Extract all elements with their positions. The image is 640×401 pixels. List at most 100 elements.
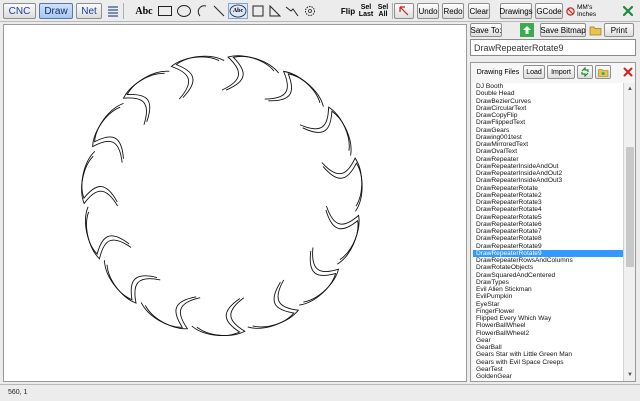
list-item[interactable]: GearBall bbox=[473, 344, 623, 351]
list-item[interactable]: DrawRepeaterRotate8 bbox=[473, 235, 623, 242]
scroll-down-icon[interactable]: ▼ bbox=[624, 369, 636, 381]
list-item[interactable]: DrawRepeaterInsideAndOut2 bbox=[473, 170, 623, 177]
list-item[interactable]: DrawRepeaterRotate3 bbox=[473, 199, 623, 206]
list-item[interactable]: Drawing001test bbox=[473, 134, 623, 141]
list-item[interactable]: DrawRepeaterRotate2 bbox=[473, 192, 623, 199]
list-item[interactable]: DrawRepeaterInsideAndOut bbox=[473, 163, 623, 170]
list-item[interactable]: DrawRepeaterInsideAndOut3 bbox=[473, 177, 623, 184]
list-item[interactable]: DJ Booth bbox=[473, 83, 623, 90]
list-item[interactable]: DrawTypes bbox=[473, 279, 623, 286]
refresh-icon[interactable] bbox=[577, 65, 593, 79]
save-arrow-icon[interactable] bbox=[520, 23, 534, 37]
arc-tool-icon[interactable] bbox=[194, 3, 210, 19]
print-button[interactable]: Print bbox=[604, 23, 634, 37]
list-item[interactable]: DrawRepeaterRotate6 bbox=[473, 221, 623, 228]
list-item[interactable]: DrawRepeaterRotate7 bbox=[473, 228, 623, 235]
list-item[interactable]: Gears with Evil Space Creeps bbox=[473, 359, 623, 366]
wave-stroke bbox=[81, 155, 118, 207]
save-to-label: Save To: bbox=[470, 25, 502, 35]
list-item[interactable]: DrawRepeaterRotate9 bbox=[473, 243, 623, 250]
open-folder-icon[interactable] bbox=[595, 65, 611, 79]
list-item[interactable]: DrawBezierCurves bbox=[473, 98, 623, 105]
clear-button[interactable]: Clear bbox=[468, 3, 490, 19]
repeater-rotate-drawing bbox=[81, 55, 363, 337]
list-item[interactable]: DrawMirroredText bbox=[473, 141, 623, 148]
list-item[interactable]: DrawRepeater bbox=[473, 156, 623, 163]
drawings-button[interactable]: Drawings bbox=[499, 3, 533, 19]
list-item[interactable]: Evil Alien Stickman bbox=[473, 286, 623, 293]
drawing-canvas[interactable] bbox=[3, 24, 467, 382]
delete-icon[interactable] bbox=[621, 65, 635, 79]
list-item[interactable]: DrawFlippedText bbox=[473, 119, 623, 126]
list-item[interactable]: Gears Star with Little Green Man bbox=[473, 351, 623, 358]
select-last-label-1: Sel bbox=[360, 4, 372, 11]
undo-label: Undo bbox=[418, 6, 438, 16]
gcode-label: GCode bbox=[536, 6, 562, 16]
list-item[interactable]: DrawRepeaterRotate9 bbox=[473, 249, 623, 257]
file-panel: Save To: Save Bitmap Print DrawRepeaterR… bbox=[468, 22, 640, 384]
pointer-tool-button[interactable] bbox=[394, 3, 414, 19]
list-item[interactable]: Flipped Every Which Way bbox=[473, 315, 623, 322]
files-scrollbar[interactable]: ▲ ▼ bbox=[623, 83, 635, 381]
units-toggle[interactable]: MM's Inches bbox=[566, 3, 602, 19]
list-item[interactable]: DrawRotateObjects bbox=[473, 264, 623, 271]
list-item[interactable]: Double Head bbox=[473, 90, 623, 97]
tab-draw[interactable]: Draw bbox=[39, 3, 73, 19]
drawing-files-list[interactable]: DJ Booth Double Head DrawBezierCurves DrawC… bbox=[473, 83, 623, 381]
flip-button[interactable]: Flip bbox=[338, 3, 358, 19]
rectangle-tool-icon[interactable] bbox=[156, 3, 174, 19]
list-item[interactable]: Gear bbox=[473, 337, 623, 344]
select-last-button[interactable]: Sel Last bbox=[359, 3, 373, 19]
list-item[interactable]: FlowerBallWheel2 bbox=[473, 330, 623, 337]
pointer-arrow-icon bbox=[399, 6, 409, 16]
scroll-up-icon[interactable]: ▲ bbox=[624, 83, 636, 95]
save-bitmap-button[interactable]: Save Bitmap bbox=[540, 23, 586, 37]
import-button[interactable]: Import bbox=[547, 65, 575, 79]
save-bitmap-label: Save Bitmap bbox=[540, 25, 586, 35]
list-item[interactable]: DrawOvalText bbox=[473, 148, 623, 155]
tab-net[interactable]: Net bbox=[76, 3, 102, 19]
circle-text-tool-button[interactable]: Abc bbox=[228, 3, 248, 19]
square-tool-icon[interactable] bbox=[250, 3, 266, 19]
drawing-files-group: Drawing Files Load Import DJ Booth Double… bbox=[470, 62, 636, 382]
save-to-button[interactable]: Save To: bbox=[470, 23, 502, 37]
tab-net-label: Net bbox=[81, 5, 97, 17]
list-item[interactable]: GearTest bbox=[473, 366, 623, 373]
list-item[interactable]: DrawSquaredAndCentered bbox=[473, 272, 623, 279]
list-item[interactable]: DrawCopyFlip bbox=[473, 112, 623, 119]
undo-button[interactable]: Undo bbox=[417, 3, 439, 19]
import-label: Import bbox=[551, 68, 571, 76]
gcode-button[interactable]: GCode bbox=[535, 3, 563, 19]
list-item[interactable]: EyeStar bbox=[473, 301, 623, 308]
line-tool-icon[interactable] bbox=[211, 3, 227, 19]
list-item[interactable]: EvilPumpkin bbox=[473, 293, 623, 300]
list-item[interactable]: DrawRepeaterRotate bbox=[473, 185, 623, 192]
list-item[interactable]: DrawGears bbox=[473, 127, 623, 134]
list-item[interactable]: DrawCircularText bbox=[473, 105, 623, 112]
current-file-field[interactable]: DrawRepeaterRotate9 bbox=[470, 39, 636, 56]
wave-stroke bbox=[144, 297, 201, 330]
list-item[interactable]: DrawRepeaterRotate5 bbox=[473, 214, 623, 221]
gear-tool-icon[interactable] bbox=[301, 3, 319, 19]
redo-button[interactable]: Redo bbox=[442, 3, 464, 19]
list-item[interactable]: DrawRepeaterRowsAndColumns bbox=[473, 257, 623, 264]
load-button[interactable]: Load bbox=[523, 65, 545, 79]
list-item[interactable]: FlowerBallWheel bbox=[473, 322, 623, 329]
list-item[interactable]: FingerFlower bbox=[473, 308, 623, 315]
tab-cnc[interactable]: CNC bbox=[3, 3, 36, 19]
text-tool-button[interactable]: Abc bbox=[134, 3, 154, 19]
select-all-label-1: Sel bbox=[377, 4, 389, 11]
scroll-thumb[interactable] bbox=[626, 147, 634, 267]
list-item[interactable]: GoldenGear bbox=[473, 373, 623, 380]
folder-icon[interactable] bbox=[588, 23, 602, 37]
triangle-tool-icon[interactable] bbox=[267, 3, 283, 19]
polyline-tool-icon[interactable] bbox=[284, 3, 300, 19]
select-all-button[interactable]: Sel All bbox=[376, 3, 390, 19]
list-item[interactable]: DrawRepeaterRotate4 bbox=[473, 206, 623, 213]
circle-tool-icon[interactable] bbox=[175, 3, 193, 19]
close-icon[interactable] bbox=[620, 3, 636, 19]
toolbar: CNC Draw Net Abc Abc Flip Sel Last Sel A… bbox=[0, 0, 640, 22]
no-symbol-icon bbox=[566, 6, 575, 16]
menu-icon[interactable] bbox=[106, 3, 120, 19]
wave-stroke bbox=[322, 162, 363, 212]
